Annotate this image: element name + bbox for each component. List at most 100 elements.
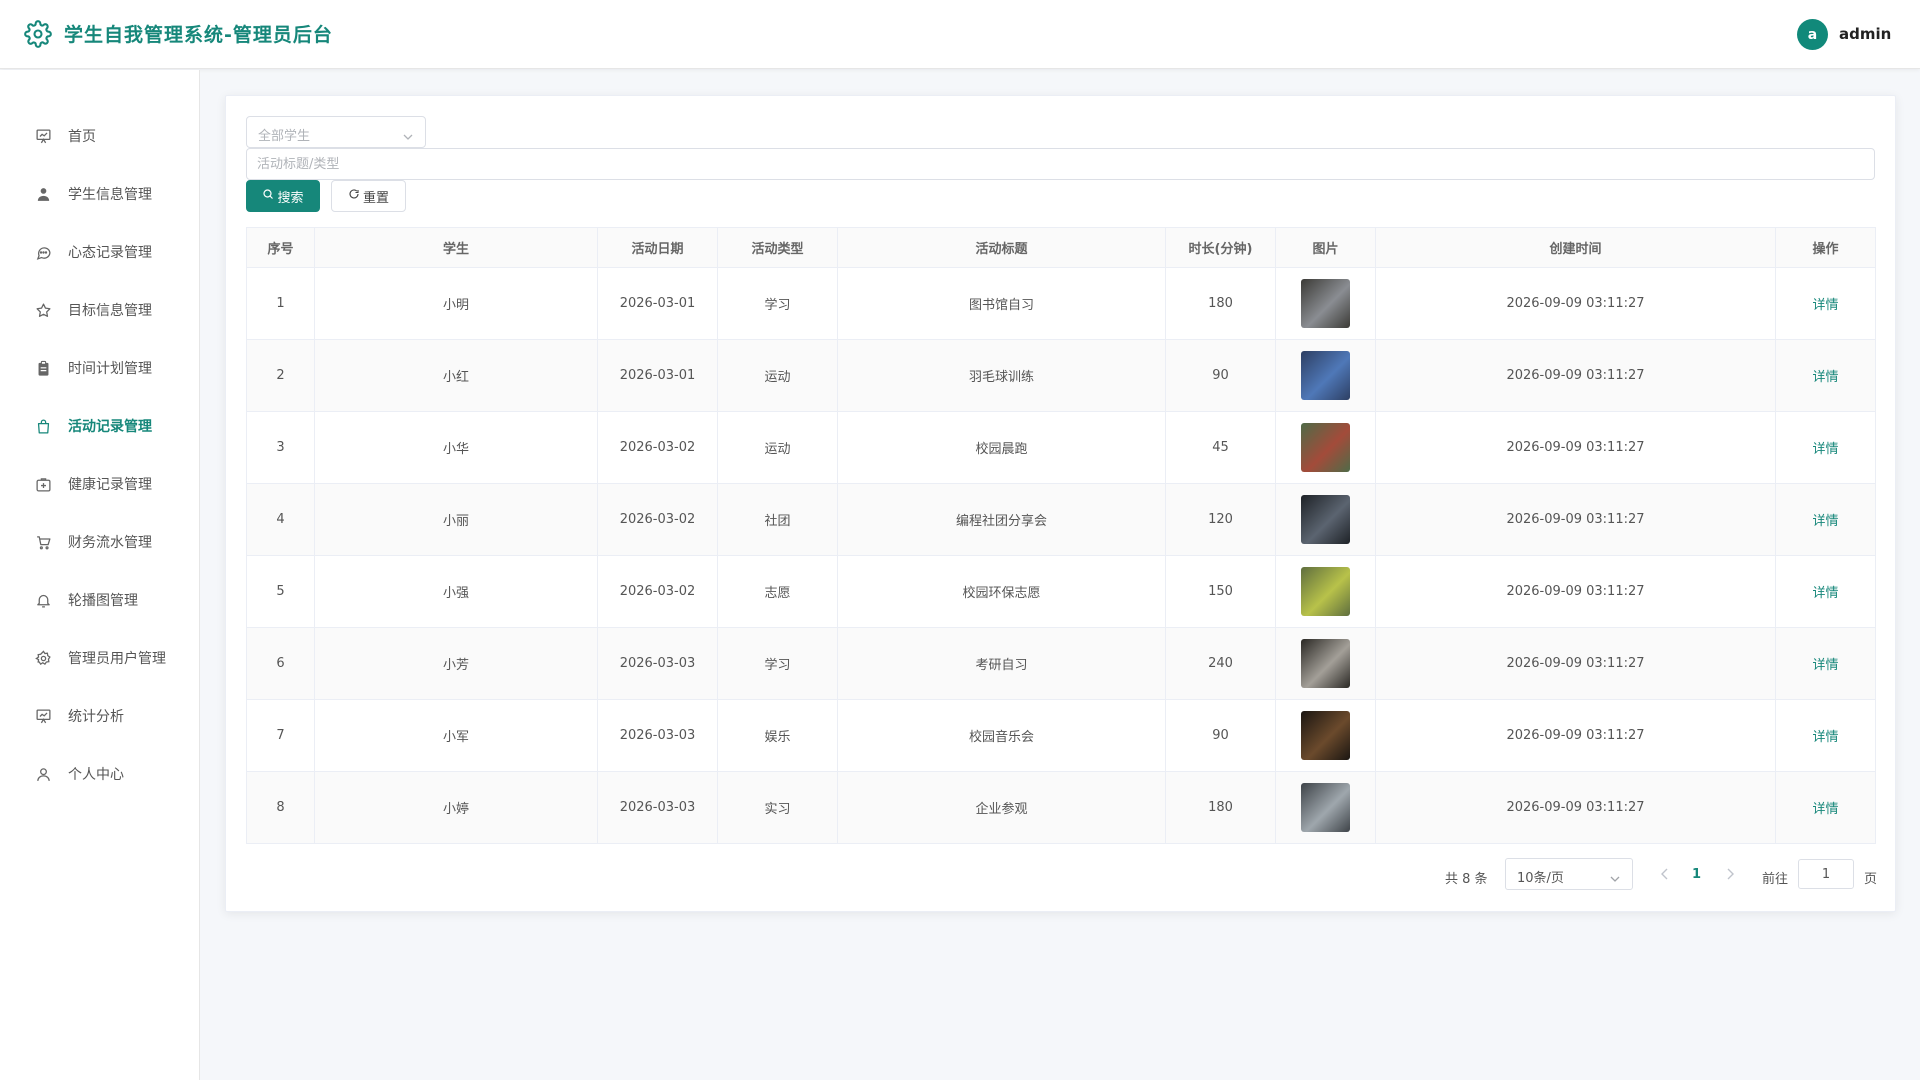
activity-thumbnail[interactable] [1301, 639, 1350, 688]
reset-button[interactable]: 重置 [331, 180, 406, 212]
column-header-duration: 时长(分钟) [1165, 227, 1276, 268]
cell-date: 2026-03-03 [597, 627, 718, 700]
cell-created: 2026-09-09 03:11:27 [1375, 555, 1776, 628]
sidebar-item-mood[interactable]: 心态记录管理 [0, 232, 199, 272]
cell-image [1275, 699, 1376, 772]
cell-duration: 120 [1165, 483, 1276, 556]
sidebar-item-profile[interactable]: 个人中心 [0, 754, 199, 794]
cell-created: 2026-09-09 03:11:27 [1375, 411, 1776, 484]
cell-image [1275, 555, 1376, 628]
refresh-icon [348, 188, 360, 204]
sidebar-item-students[interactable]: 学生信息管理 [0, 174, 199, 214]
cell-title: 校园环保志愿 [837, 555, 1166, 628]
cell-created: 2026-09-09 03:11:27 [1375, 771, 1776, 844]
search-icon [262, 188, 274, 204]
chart-board-icon [34, 127, 52, 145]
cell-actions: 详情 [1775, 411, 1876, 484]
cell-index: 1 [246, 267, 315, 340]
page-suffix-label: 页 [1864, 872, 1878, 887]
goto-page-input[interactable] [1798, 859, 1854, 889]
cell-actions: 详情 [1775, 627, 1876, 700]
column-header-created: 创建时间 [1375, 227, 1776, 268]
shopping-bag-icon [34, 417, 52, 435]
cell-actions: 详情 [1775, 555, 1876, 628]
first-aid-icon [34, 475, 52, 493]
detail-link[interactable]: 详情 [1812, 370, 1838, 385]
sidebar-item-goals[interactable]: 目标信息管理 [0, 290, 199, 330]
sidebar-item-admin-users[interactable]: 管理员用户管理 [0, 638, 199, 678]
cell-type: 学习 [717, 627, 838, 700]
search-button[interactable]: 搜索 [246, 180, 320, 212]
sidebar-item-time-plan[interactable]: 时间计划管理 [0, 348, 199, 388]
cell-image [1275, 267, 1376, 340]
sidebar-item-label: 管理员用户管理 [68, 651, 166, 667]
detail-link[interactable]: 详情 [1812, 730, 1838, 745]
detail-link[interactable]: 详情 [1812, 514, 1838, 529]
sidebar-item-finance[interactable]: 财务流水管理 [0, 522, 199, 562]
activity-table: 序号 学生 活动日期 活动类型 活动标题 时长(分钟) 图片 创建时间 操作 1… [246, 227, 1876, 844]
sidebar-item-home[interactable]: 首页 [0, 116, 199, 156]
detail-link[interactable]: 详情 [1812, 586, 1838, 601]
sidebar-item-health[interactable]: 健康记录管理 [0, 464, 199, 504]
table-row: 2 小红 2026-03-01 运动 羽毛球训练 90 2026-09-09 0… [246, 339, 1876, 412]
cell-title: 编程社团分享会 [837, 483, 1166, 556]
activity-thumbnail[interactable] [1301, 351, 1350, 400]
sidebar-item-label: 财务流水管理 [68, 535, 152, 551]
prev-page-button[interactable] [1658, 866, 1672, 882]
next-page-button[interactable] [1723, 866, 1737, 882]
sidebar-item-statistics[interactable]: 统计分析 [0, 696, 199, 736]
top-header: 学生自我管理系统-管理员后台 a admin [0, 0, 1920, 69]
cell-created: 2026-09-09 03:11:27 [1375, 627, 1776, 700]
cell-date: 2026-03-02 [597, 555, 718, 628]
pagination-total: 共 8 条 [1445, 872, 1488, 887]
cell-student: 小芳 [314, 627, 598, 700]
cell-index: 5 [246, 555, 315, 628]
student-select[interactable]: 全部学生 [246, 116, 426, 148]
sidebar-item-carousel[interactable]: 轮播图管理 [0, 580, 199, 620]
page-number-current[interactable]: 1 [1692, 867, 1701, 882]
sidebar-item-label: 首页 [68, 129, 96, 145]
activity-thumbnail[interactable] [1301, 423, 1350, 472]
cell-date: 2026-03-01 [597, 339, 718, 412]
column-header-index: 序号 [246, 227, 315, 268]
keyword-search-input[interactable] [246, 148, 1875, 180]
sidebar-item-activities[interactable]: 活动记录管理 [0, 406, 199, 446]
page-size-select[interactable]: 10条/页 [1505, 858, 1633, 890]
cell-student: 小明 [314, 267, 598, 340]
cell-student: 小丽 [314, 483, 598, 556]
user-icon [34, 185, 52, 203]
cell-date: 2026-03-03 [597, 771, 718, 844]
activity-thumbnail[interactable] [1301, 495, 1350, 544]
table-row: 7 小军 2026-03-03 娱乐 校园音乐会 90 2026-09-09 0… [246, 699, 1876, 772]
column-header-actions: 操作 [1775, 227, 1876, 268]
detail-link[interactable]: 详情 [1812, 658, 1838, 673]
column-header-image: 图片 [1275, 227, 1376, 268]
avatar[interactable]: a [1797, 19, 1828, 50]
username[interactable]: admin [1839, 25, 1891, 43]
activity-thumbnail[interactable] [1301, 783, 1350, 832]
activity-thumbnail[interactable] [1301, 567, 1350, 616]
activity-list-card: 全部学生 搜索 重置 序号 学生 活动日期 活动类型 活动标题 [225, 95, 1896, 912]
goto-label: 前往 [1762, 872, 1789, 887]
cell-title: 图书馆自习 [837, 267, 1166, 340]
sidebar-item-label: 时间计划管理 [68, 361, 152, 377]
bell-icon [34, 591, 52, 609]
cell-student: 小婷 [314, 771, 598, 844]
activity-thumbnail[interactable] [1301, 279, 1350, 328]
sidebar-item-label: 目标信息管理 [68, 303, 152, 319]
cell-created: 2026-09-09 03:11:27 [1375, 699, 1776, 772]
reset-button-label: 重置 [362, 190, 389, 206]
cell-date: 2026-03-02 [597, 411, 718, 484]
cell-title: 考研自习 [837, 627, 1166, 700]
cell-index: 2 [246, 339, 315, 412]
table-row: 6 小芳 2026-03-03 学习 考研自习 240 2026-09-09 0… [246, 627, 1876, 700]
cell-date: 2026-03-01 [597, 267, 718, 340]
activity-thumbnail[interactable] [1301, 711, 1350, 760]
detail-link[interactable]: 详情 [1812, 442, 1838, 457]
detail-link[interactable]: 详情 [1812, 802, 1838, 817]
detail-link[interactable]: 详情 [1812, 298, 1838, 313]
table-row: 1 小明 2026-03-01 学习 图书馆自习 180 2026-09-09 … [246, 267, 1876, 340]
cell-actions: 详情 [1775, 483, 1876, 556]
app-title: 学生自我管理系统-管理员后台 [64, 24, 333, 46]
cell-image [1275, 627, 1376, 700]
